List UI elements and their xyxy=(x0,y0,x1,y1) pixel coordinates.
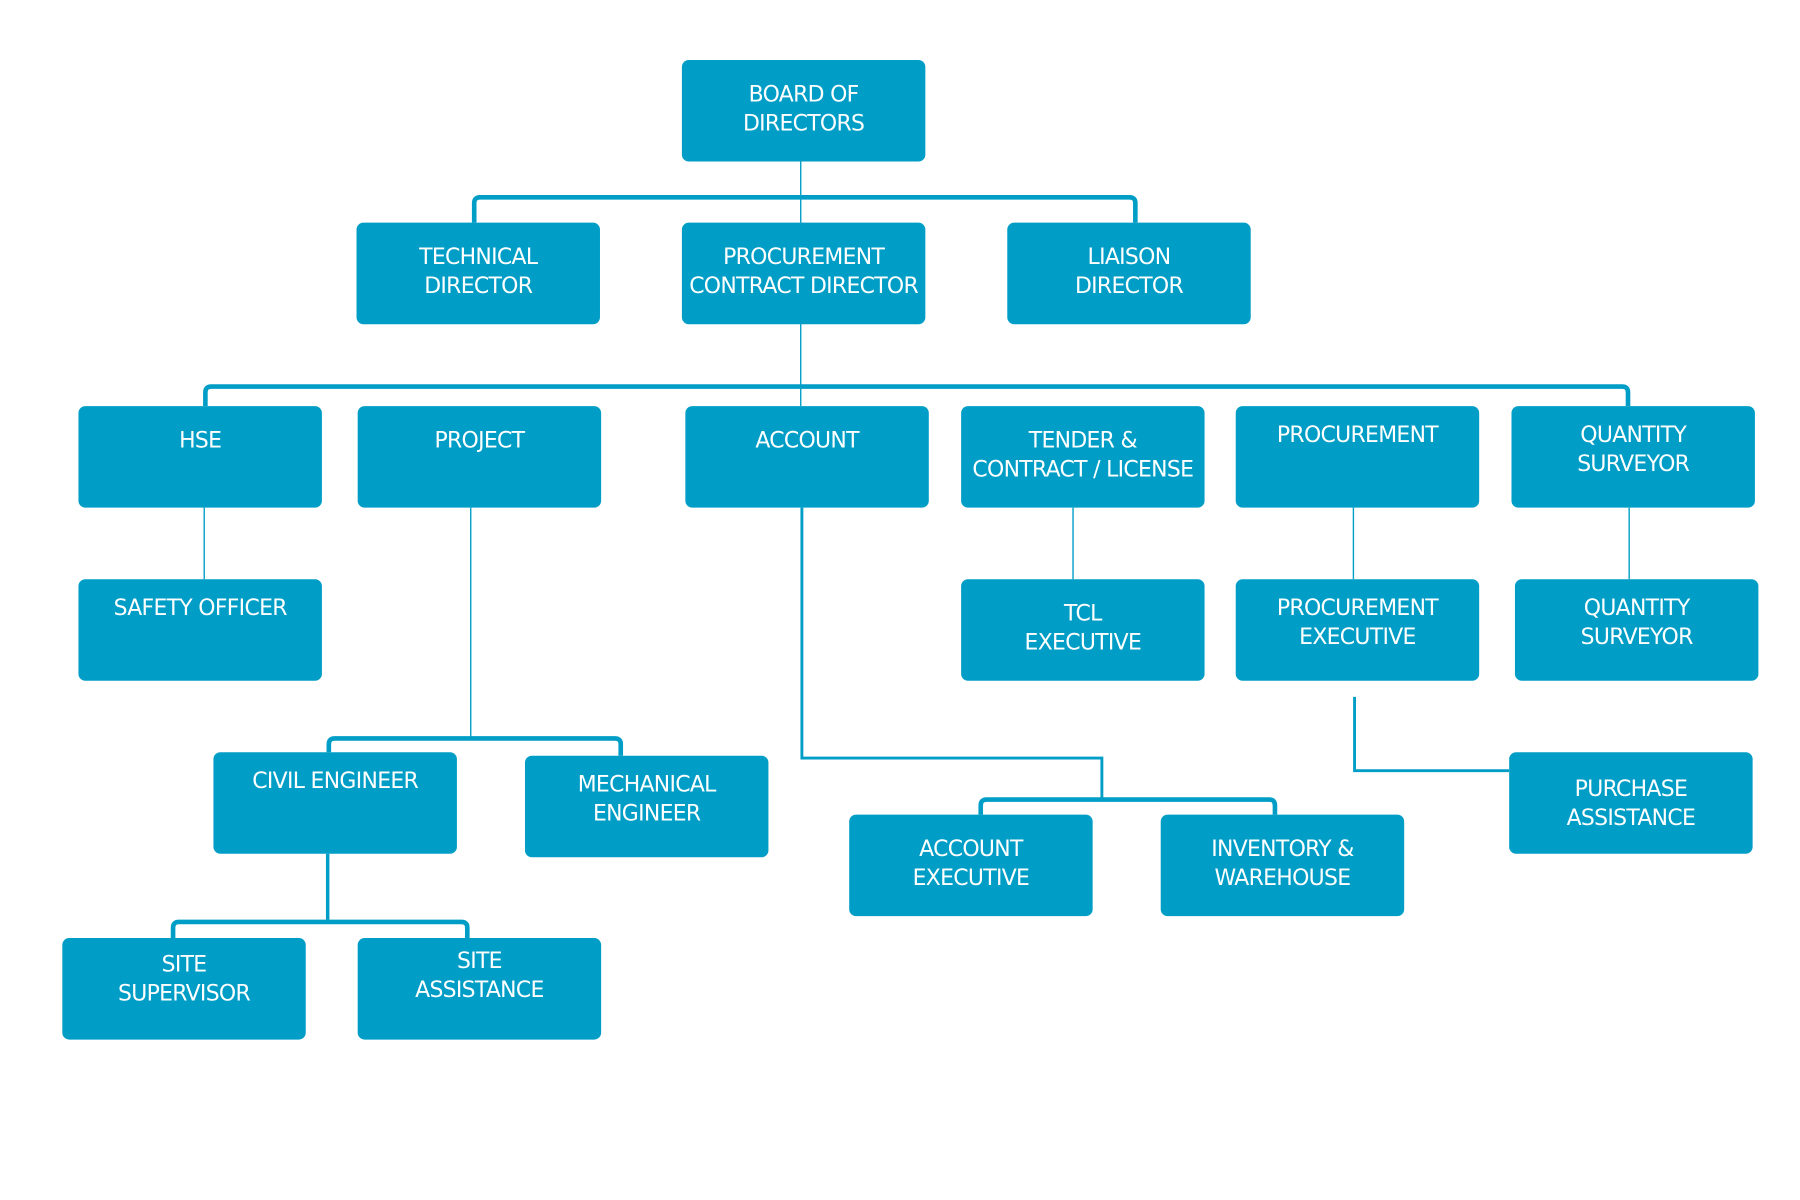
node-label: DIRECTOR xyxy=(1074,273,1184,299)
node-site-assistance: SITE ASSISTANCE xyxy=(357,938,602,1040)
node-procurement-contract-director: PROCUREMENT CONTRACT DIRECTOR xyxy=(681,222,926,325)
node-label: QUANTITY xyxy=(1580,422,1687,448)
node-label: EXECUTIVE xyxy=(1024,629,1142,656)
node-label: CONTRACT / LICENSE xyxy=(972,456,1194,483)
node-purchase-assistance: PURCHASE ASSISTANCE xyxy=(1509,752,1753,854)
node-label: MECHANICAL xyxy=(577,771,717,798)
node-board-of-directors: BOARD OF DIRECTORS xyxy=(681,59,926,162)
node-label: SITE xyxy=(456,948,503,974)
node-label: INVENTORY & xyxy=(1211,836,1354,862)
node-account-executive: ACCOUNT EXECUTIVE xyxy=(849,814,1093,917)
node-hse: HSE xyxy=(78,406,322,508)
node-tcl-executive: TCL EXECUTIVE xyxy=(961,579,1205,681)
node-label: TENDER & xyxy=(1028,428,1138,454)
node-label: DIRECTOR xyxy=(424,273,533,299)
node-label: HSE xyxy=(179,428,222,454)
connector-directors-bracket xyxy=(471,194,1138,223)
node-safety-officer: SAFETY OFFICER xyxy=(78,579,322,681)
node-quantity-surveyor-2: QUANTITY SURVEYOR xyxy=(1514,579,1759,681)
node-label: PROCUREMENT xyxy=(723,244,885,270)
node-label: SITE xyxy=(161,951,208,978)
node-label: SAFETY OFFICER xyxy=(113,595,288,621)
node-label: ACCOUNT xyxy=(919,836,1023,862)
node-label: PURCHASE xyxy=(1574,776,1688,802)
node-label: TCL xyxy=(1064,601,1102,627)
node-label: BOARD OF xyxy=(748,81,860,108)
node-label: LIAISON xyxy=(1087,244,1172,270)
node-civil-engineer: CIVIL ENGINEER xyxy=(213,752,457,854)
node-label: SURVEYOR xyxy=(1577,451,1690,477)
node-label: SURVEYOR xyxy=(1580,624,1694,650)
node-label: SUPERVISOR xyxy=(118,980,251,1007)
node-label: PROCUREMENT xyxy=(1276,595,1439,621)
node-label: CIVIL ENGINEER xyxy=(252,768,419,794)
node-mechanical-engineer: MECHANICAL ENGINEER xyxy=(524,755,769,858)
node-label: EXECUTIVE xyxy=(1299,624,1416,650)
node-label: CONTRACT DIRECTOR xyxy=(689,273,919,299)
node-site-supervisor: SITE SUPERVISOR xyxy=(62,938,306,1040)
node-label: ENGINEER xyxy=(592,800,701,827)
node-label: WAREHOUSE xyxy=(1214,865,1352,891)
node-procurement: PROCUREMENT xyxy=(1235,406,1480,508)
node-label: QUANTITY xyxy=(1583,595,1690,621)
org-chart: BOARD OF DIRECTORS TECHNICAL DIRECTOR PROC… xyxy=(0,0,1800,1200)
node-project: PROJECT xyxy=(357,406,602,508)
node-liaison-director: LIAISON DIRECTOR xyxy=(1007,222,1251,325)
node-tender-contract-license: TENDER & CONTRACT / LICENSE xyxy=(961,406,1205,508)
connector-departments-bracket xyxy=(203,384,1631,407)
node-label: EXECUTIVE xyxy=(912,865,1030,891)
node-label: ASSISTANCE xyxy=(415,977,544,1003)
node-quantity-surveyor: QUANTITY SURVEYOR xyxy=(1511,406,1755,508)
node-procurement-executive: PROCUREMENT EXECUTIVE xyxy=(1235,579,1480,681)
node-account: ACCOUNT xyxy=(685,406,929,508)
node-label: PROJECT xyxy=(434,428,525,454)
node-label: PROCUREMENT xyxy=(1276,422,1439,448)
connector-purchase xyxy=(1353,696,1510,773)
connector-site-bracket xyxy=(170,919,470,939)
node-label: ASSISTANCE xyxy=(1566,805,1696,831)
node-technical-director: TECHNICAL DIRECTOR xyxy=(356,222,600,325)
node-inventory-warehouse: INVENTORY & WAREHOUSE xyxy=(1160,814,1405,917)
node-label: DIRECTORS xyxy=(742,110,865,137)
node-label: ACCOUNT xyxy=(755,428,859,454)
connector-account-bracket xyxy=(978,797,1278,815)
node-label: TECHNICAL xyxy=(419,244,538,270)
